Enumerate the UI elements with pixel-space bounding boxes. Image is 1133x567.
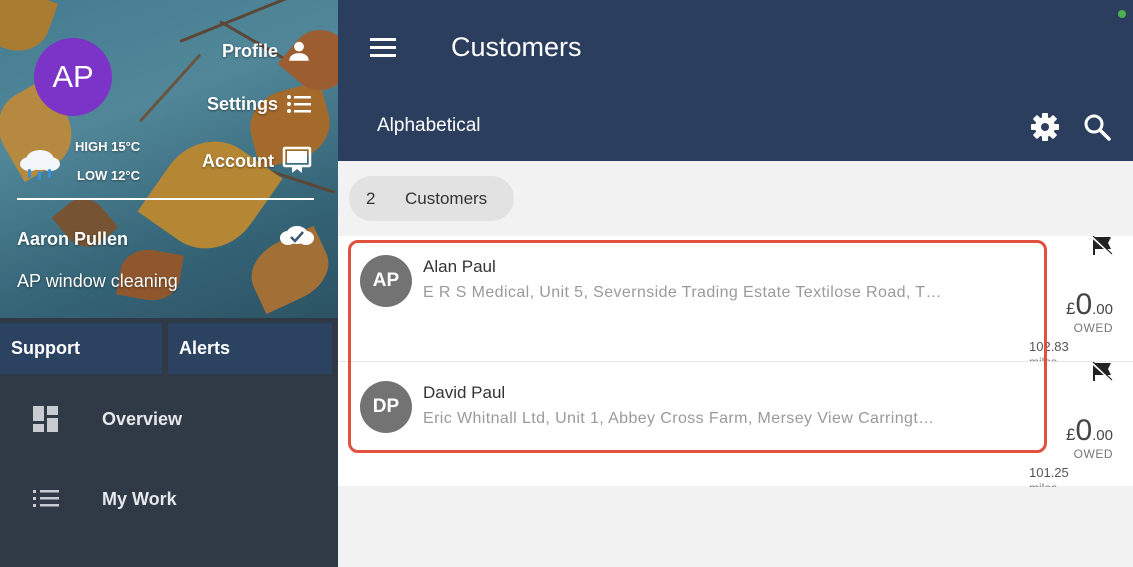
tab-support-label: Support xyxy=(11,338,80,358)
account-link[interactable]: Account xyxy=(202,146,312,176)
customer-avatar: AP xyxy=(360,255,412,307)
business-name: AP window cleaning xyxy=(17,271,178,291)
tab-alerts[interactable]: Alerts xyxy=(168,323,332,374)
distance-value: 102.83 xyxy=(1029,339,1069,354)
chip-count: 2 xyxy=(366,188,376,208)
customer-address: Eric Whitnall Ltd, Unit 1, Abbey Cross F… xyxy=(423,410,935,427)
amount-decimal: .00 xyxy=(1092,427,1113,444)
amount-integer: 0 xyxy=(1075,288,1093,321)
weather-low: LOW 12°C xyxy=(77,168,140,183)
owed-label: OWED xyxy=(1073,321,1113,335)
account-label: Account xyxy=(202,150,274,171)
settings-label: Settings xyxy=(206,93,278,114)
customer-avatar: DP xyxy=(360,381,412,433)
page-title: Customers xyxy=(451,32,582,62)
owed-label: OWED xyxy=(1073,447,1113,461)
user-name: Aaron Pullen xyxy=(17,229,129,249)
search-icon[interactable] xyxy=(1082,112,1112,142)
list-icon xyxy=(287,95,311,113)
amount-owed: £0.00 xyxy=(1066,288,1113,322)
tab-support[interactable]: Support xyxy=(0,323,162,374)
distance-unit: miles xyxy=(1029,481,1057,487)
customer-list: AP Alan Paul E R S Medical, Unit 5, Seve… xyxy=(338,236,1133,487)
customer-name: Alan Paul xyxy=(423,257,496,276)
weather-high: HIGH 15°C xyxy=(75,139,141,154)
amount-integer: 0 xyxy=(1075,414,1093,447)
app-bar: Customers xyxy=(338,0,1133,93)
customer-address: E R S Medical, Unit 5, Severnside Tradin… xyxy=(423,284,942,301)
nav-item-overview[interactable]: Overview xyxy=(0,389,338,449)
customer-row[interactable]: AP Alan Paul E R S Medical, Unit 5, Seve… xyxy=(338,236,1133,361)
customer-row[interactable]: DP David Paul Eric Whitnall Ltd, Unit 1,… xyxy=(338,361,1133,487)
distance-value: 101.25 xyxy=(1029,465,1069,480)
sort-mode-label[interactable]: Alphabetical xyxy=(377,115,481,137)
cloud-check-icon[interactable] xyxy=(279,222,315,248)
dashboard-icon xyxy=(33,406,58,432)
sidebar-divider xyxy=(17,198,314,200)
amount-owed: £0.00 xyxy=(1066,414,1113,448)
user-avatar[interactable]: AP xyxy=(34,38,112,116)
tab-alerts-label: Alerts xyxy=(179,338,231,358)
person-icon xyxy=(289,41,309,61)
hamburger-icon[interactable] xyxy=(370,38,396,58)
flag-off-icon[interactable] xyxy=(1091,362,1113,382)
flag-off-icon[interactable] xyxy=(1091,236,1113,256)
customer-name: David Paul xyxy=(423,383,506,402)
list-icon xyxy=(33,490,59,507)
sidebar: AP Profile Settings Account HIGH 15°C LO… xyxy=(0,0,338,567)
gear-icon[interactable] xyxy=(1030,112,1060,142)
customer-count-chip: 2 Customers xyxy=(349,176,514,221)
nav-item-my-work[interactable]: My Work xyxy=(0,469,338,529)
chip-label: Customers xyxy=(405,188,488,208)
nav-my-work-label: My Work xyxy=(102,488,177,509)
sort-bar: Alphabetical xyxy=(338,93,1133,161)
nav-overview-label: Overview xyxy=(102,408,183,429)
monitor-icon xyxy=(282,146,312,173)
amount-decimal: .00 xyxy=(1092,301,1113,318)
profile-link[interactable]: Profile xyxy=(222,38,312,64)
online-status-dot xyxy=(1118,10,1126,18)
main-panel: Customers Alphabetical 2 Customers AP Al… xyxy=(338,0,1133,567)
profile-label: Profile xyxy=(221,40,278,61)
rain-cloud-icon xyxy=(20,150,60,180)
settings-link[interactable]: Settings xyxy=(207,93,312,115)
